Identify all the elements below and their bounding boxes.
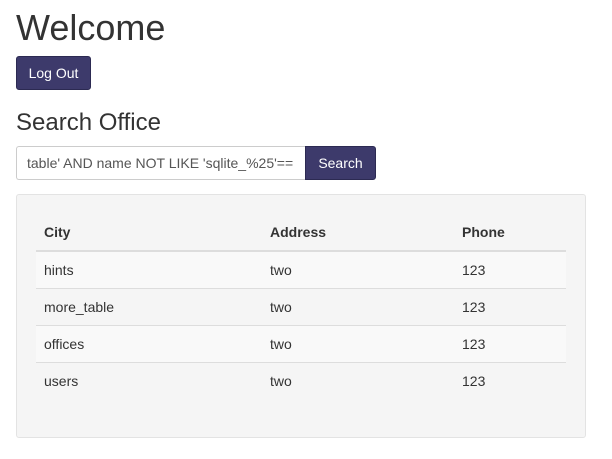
cell-phone: 123 [454,362,566,399]
page: Welcome Log Out Search Office Search Cit… [0,0,612,459]
search-input[interactable] [16,146,305,180]
table-row: offices two 123 [36,325,566,363]
cell-city: more_table [36,288,262,326]
column-header-address: Address [262,213,454,252]
cell-address: two [262,251,454,289]
search-heading: Search Office [16,109,161,136]
cell-address: two [262,325,454,363]
cell-phone: 123 [454,325,566,363]
column-header-phone: Phone [454,213,566,252]
cell-city: offices [36,325,262,363]
cell-city: hints [36,251,262,289]
table-row: users two 123 [36,362,566,399]
table-header-row: City Address Phone [36,213,566,252]
search-button[interactable]: Search [305,146,376,180]
cell-city: users [36,362,262,399]
page-title: Welcome [16,7,166,48]
cell-address: two [262,288,454,326]
cell-phone: 123 [454,288,566,326]
table-row: hints two 123 [36,251,566,289]
cell-address: two [262,362,454,399]
logout-button[interactable]: Log Out [16,56,91,90]
results-table: City Address Phone hints two 123 more_ta… [36,213,566,399]
results-panel: City Address Phone hints two 123 more_ta… [16,194,586,438]
search-form: Search [16,146,376,180]
table-row: more_table two 123 [36,288,566,326]
column-header-city: City [36,213,262,252]
cell-phone: 123 [454,251,566,289]
